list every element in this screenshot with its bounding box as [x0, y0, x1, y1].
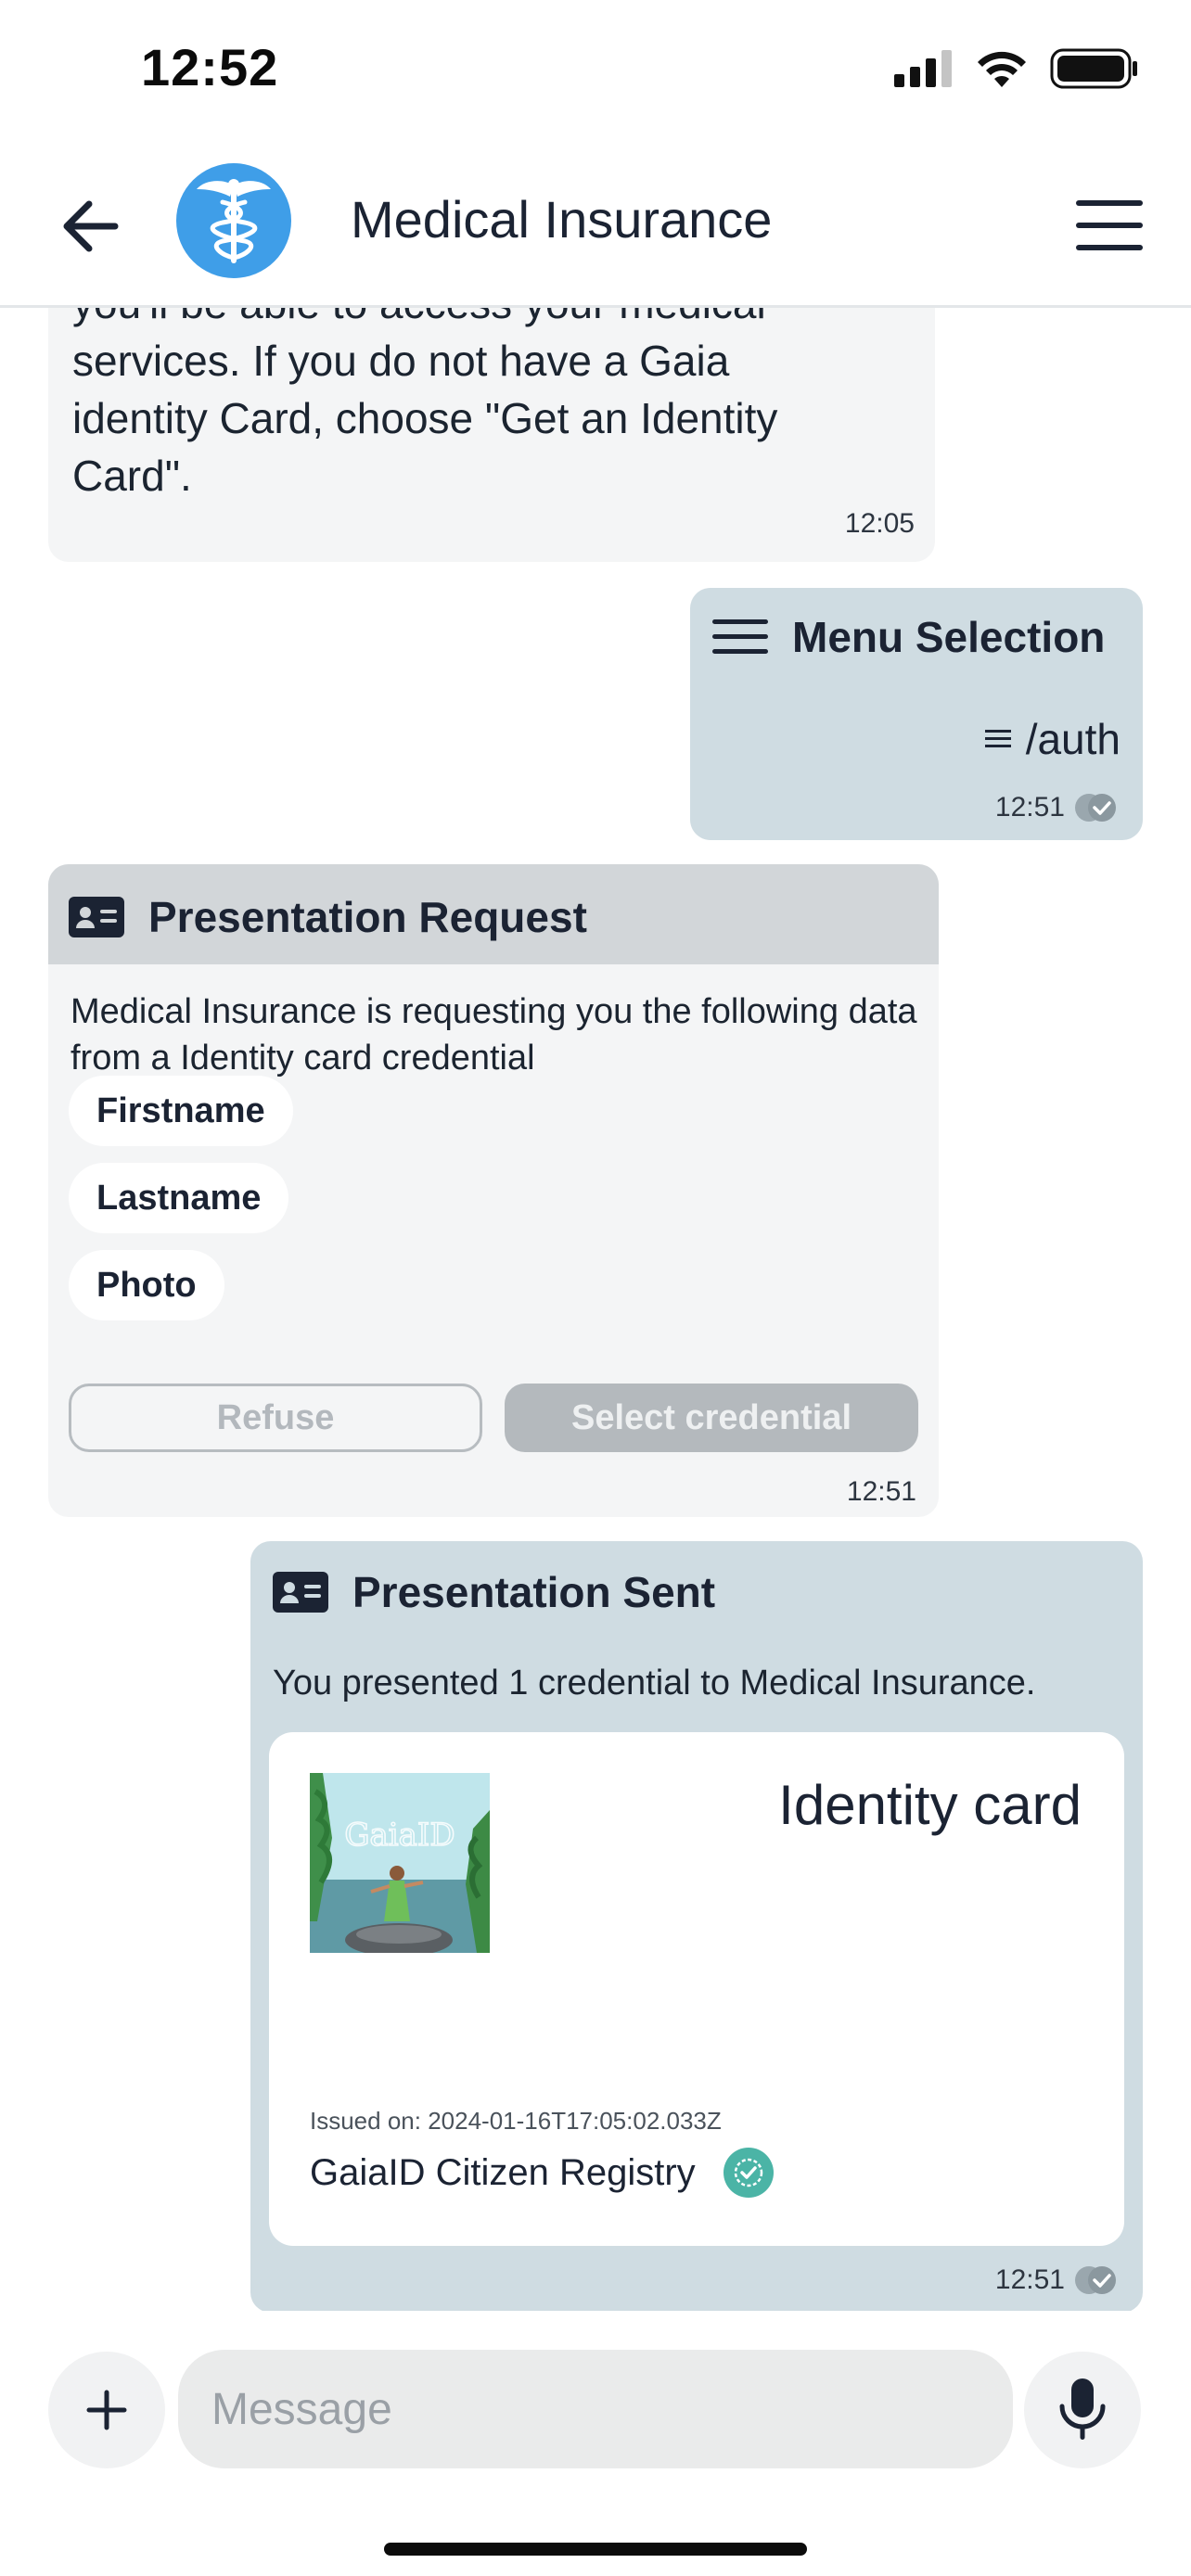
verified-icon	[723, 2148, 774, 2198]
credential-card[interactable]: GaiaID Identity card Issued on: 2024-01-…	[269, 1732, 1124, 2246]
hamburger-menu-button[interactable]	[1072, 193, 1146, 258]
presentation-request-title: Presentation Request	[148, 893, 587, 941]
message-input[interactable]	[178, 2350, 1013, 2468]
battery-icon	[1050, 48, 1137, 89]
select-credential-button[interactable]: Select credential	[505, 1384, 918, 1452]
hamburger-icon-line	[1076, 223, 1143, 228]
message-timestamp: 12:05	[844, 508, 915, 539]
message-timestamp: 12:51	[994, 792, 1065, 823]
plus-icon	[86, 2390, 127, 2430]
attach-button[interactable]	[48, 2352, 165, 2468]
presentation-sent-description: You presented 1 credential to Medical In…	[273, 1664, 1036, 1702]
cellular-signal-icon	[894, 50, 952, 87]
microphone-button[interactable]	[1024, 2352, 1141, 2468]
message-meta: 12:51	[995, 792, 1117, 823]
caduceus-icon	[197, 179, 271, 263]
id-card-icon	[273, 1572, 328, 1613]
status-time: 12:52	[141, 38, 279, 96]
read-receipt-icon	[1075, 794, 1116, 822]
status-icons	[894, 48, 1139, 89]
menu-selection-header: Menu Selection	[712, 612, 1105, 662]
message-meta: 12:51	[995, 2264, 1117, 2296]
credential-issuer: GaiaID Citizen Registry	[310, 2148, 774, 2198]
chat-title: Medical Insurance	[351, 190, 773, 249]
chat-header: Medical Insurance	[0, 139, 1191, 308]
presentation-sent-title: Presentation Sent	[352, 1568, 716, 1616]
back-arrow-icon	[63, 200, 119, 252]
credential-title: Identity card	[778, 1774, 1082, 1836]
requested-field-photo: Photo	[69, 1250, 224, 1320]
chat-history[interactable]: you'll be able to access your medical se…	[0, 308, 1191, 2311]
list-icon	[984, 730, 1011, 747]
menu-selection-title: Menu Selection	[792, 613, 1106, 661]
credential-image-text: GaiaID	[344, 1817, 455, 1854]
hamburger-icon-line	[1076, 245, 1143, 250]
command-text: /auth	[1025, 715, 1121, 763]
read-receipt-icon	[1075, 2266, 1116, 2294]
refuse-button[interactable]: Refuse	[69, 1384, 482, 1452]
message-presentation-request: Presentation Request Medical Insurance i…	[48, 864, 939, 1517]
hamburger-icon-line	[1076, 200, 1143, 206]
presentation-request-description: Medical Insurance is requesting you the …	[70, 992, 917, 1078]
message-presentation-sent: Presentation Sent You presented 1 creden…	[250, 1541, 1143, 2311]
requested-field-lastname: Lastname	[69, 1163, 289, 1233]
message-intro-text: you'll be able to access your medical se…	[72, 308, 778, 500]
menu-selection-command: /auth	[984, 714, 1121, 764]
message-timestamp: 12:51	[846, 1476, 916, 1507]
back-button[interactable]	[54, 189, 128, 263]
contact-avatar[interactable]	[176, 163, 291, 278]
id-card-icon	[69, 897, 124, 937]
presentation-sent-header: Presentation Sent	[273, 1567, 715, 1617]
home-indicator[interactable]	[384, 2543, 807, 2556]
wifi-icon	[978, 51, 1026, 87]
issuer-name: GaiaID Citizen Registry	[310, 2151, 696, 2193]
credential-image: GaiaID	[310, 1773, 490, 1953]
message-intro: you'll be able to access your medical se…	[48, 308, 935, 562]
microphone-icon	[1059, 2378, 1106, 2440]
requested-field-firstname: Firstname	[69, 1076, 293, 1146]
credential-issued-date: Issued on: 2024-01-16T17:05:02.033Z	[310, 2107, 722, 2135]
message-composer	[0, 2311, 1191, 2576]
presentation-request-header: Presentation Request	[48, 864, 939, 964]
hamburger-icon	[712, 619, 768, 654]
message-menu-selection: Menu Selection /auth 12:51	[690, 588, 1143, 840]
message-timestamp: 12:51	[994, 2264, 1065, 2295]
